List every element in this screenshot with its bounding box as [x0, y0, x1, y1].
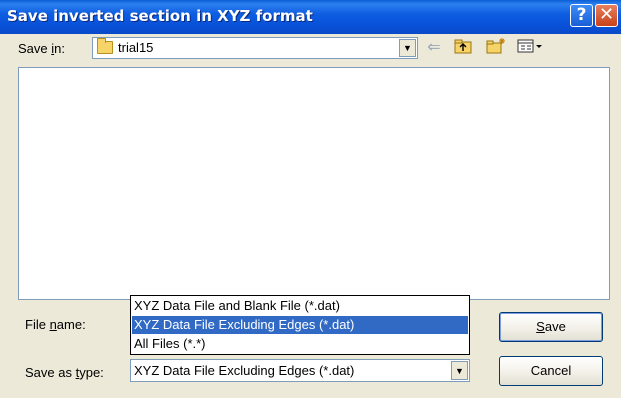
file-type-options-list[interactable]: XYZ Data File and Blank File (*.dat) XYZ… [130, 295, 470, 355]
chevron-down-icon[interactable]: ▼ [399, 39, 416, 57]
save-as-type-dropdown[interactable]: XYZ Data File Excluding Edges (*.dat) ▼ [130, 359, 470, 382]
save-in-dropdown[interactable]: trial15 ▼ [92, 37, 418, 59]
views-menu-icon[interactable] [516, 38, 544, 58]
folder-icon [97, 38, 113, 54]
file-type-option[interactable]: XYZ Data File and Blank File (*.dat) [132, 297, 468, 315]
save-in-value: trial15 [118, 40, 154, 55]
save-as-type-label: Save as type: [25, 365, 104, 380]
close-button[interactable]: ✕ [595, 4, 618, 27]
help-button[interactable]: ? [570, 4, 593, 27]
back-arrow-icon[interactable]: ⇐ [424, 38, 444, 58]
file-list[interactable] [18, 67, 610, 300]
chevron-down-icon[interactable]: ▼ [451, 361, 468, 380]
title-bar[interactable]: Save inverted section in XYZ format ? ✕ [0, 0, 621, 34]
cancel-button[interactable]: Cancel [499, 356, 603, 386]
save-button[interactable]: Save [499, 312, 603, 342]
file-type-option-selected[interactable]: XYZ Data File Excluding Edges (*.dat) [132, 316, 468, 334]
file-type-option[interactable]: All Files (*.*) [132, 335, 468, 353]
new-folder-icon[interactable] [486, 38, 506, 58]
file-name-label: File name: [25, 317, 86, 332]
save-as-type-value: XYZ Data File Excluding Edges (*.dat) [134, 363, 355, 378]
save-in-label: Save in: [18, 41, 65, 56]
window-title: Save inverted section in XYZ format [7, 7, 313, 25]
save-dialog: Save inverted section in XYZ format ? ✕ … [0, 0, 621, 398]
up-folder-icon[interactable] [453, 38, 473, 58]
